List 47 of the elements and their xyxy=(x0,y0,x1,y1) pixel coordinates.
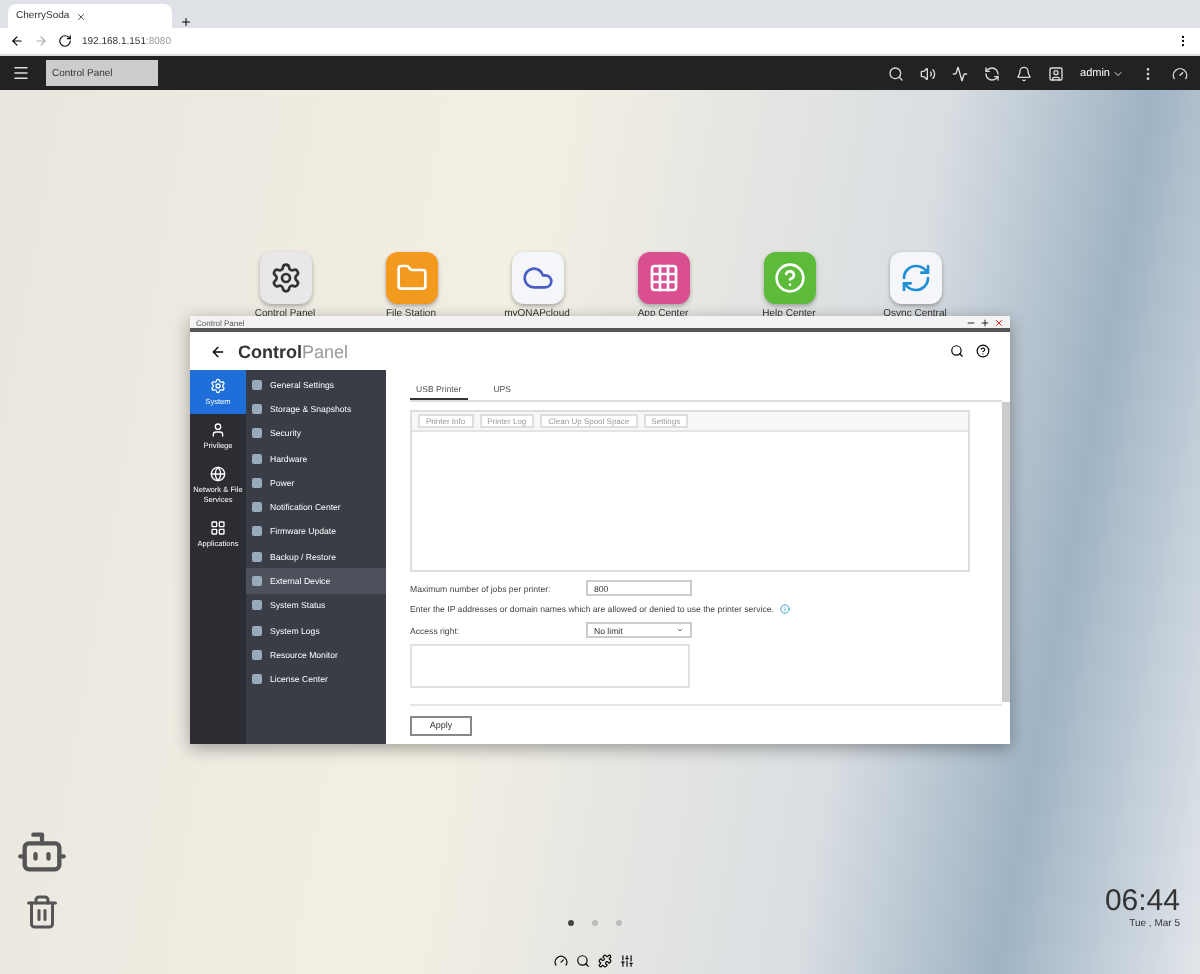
user-icon xyxy=(210,422,226,439)
square-icon xyxy=(252,576,262,587)
puzzle-icon[interactable] xyxy=(598,954,612,968)
square-icon xyxy=(252,649,262,660)
square-icon xyxy=(252,502,262,513)
scrollbar[interactable] xyxy=(1002,402,1010,702)
activity-icon[interactable] xyxy=(952,65,969,81)
globe-icon xyxy=(210,466,226,483)
square-icon xyxy=(252,526,262,537)
user-icon[interactable] xyxy=(1048,65,1065,81)
new-tab-icon[interactable] xyxy=(180,16,192,28)
minimize-icon[interactable] xyxy=(966,317,976,327)
square-icon xyxy=(252,600,262,611)
sliders-icon[interactable] xyxy=(620,954,634,968)
menu-icon[interactable] xyxy=(1176,34,1190,48)
reload-icon[interactable] xyxy=(58,34,72,48)
square-icon xyxy=(252,625,262,636)
maximize-icon[interactable] xyxy=(980,317,990,327)
window-heading: ControlPanel xyxy=(238,341,349,361)
square-icon xyxy=(252,403,262,414)
notification-icon[interactable] xyxy=(1016,65,1033,81)
square-icon xyxy=(252,379,262,390)
page-dot[interactable] xyxy=(616,920,622,926)
address-list-field[interactable] xyxy=(410,644,690,688)
caret-icon[interactable] xyxy=(1112,67,1124,79)
menu-icon[interactable] xyxy=(12,64,30,82)
app-icon[interactable] xyxy=(259,252,311,304)
refresh-icon[interactable] xyxy=(984,65,1001,81)
square-icon xyxy=(252,674,262,685)
square-icon xyxy=(252,551,262,562)
gauge-icon[interactable] xyxy=(554,954,568,968)
search-icon[interactable] xyxy=(576,954,590,968)
clock-time: 06:44 xyxy=(1104,884,1180,918)
trash-icon[interactable] xyxy=(24,894,60,930)
search-icon[interactable] xyxy=(950,344,964,358)
gear-icon xyxy=(210,378,226,394)
app-icon[interactable] xyxy=(511,252,563,304)
help-icon[interactable] xyxy=(976,344,990,358)
speaker-icon[interactable] xyxy=(920,65,937,81)
square-icon xyxy=(252,477,262,488)
square-icon xyxy=(252,453,262,464)
page-dot[interactable] xyxy=(568,920,574,926)
grid-icon xyxy=(210,519,226,536)
square-icon xyxy=(252,428,262,439)
back-icon[interactable] xyxy=(10,34,24,48)
page-dot[interactable] xyxy=(592,920,598,926)
back-icon[interactable] xyxy=(210,343,226,359)
